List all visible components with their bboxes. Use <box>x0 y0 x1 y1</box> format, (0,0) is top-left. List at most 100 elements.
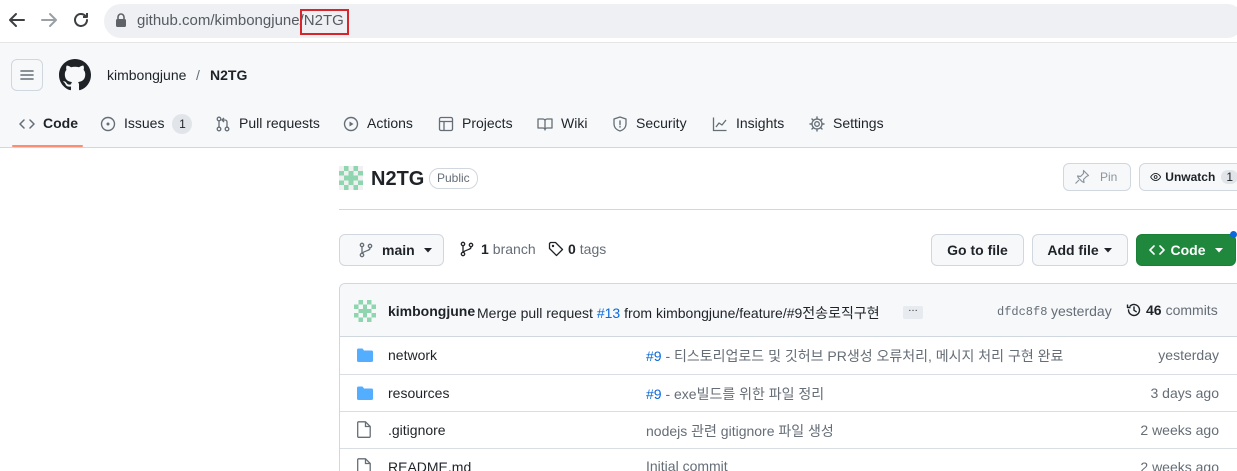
tab-actions[interactable]: Actions <box>343 109 413 147</box>
breadcrumb-owner[interactable]: kimbongjune <box>107 67 186 83</box>
tab-issues[interactable]: Issues 1 <box>100 109 193 147</box>
reload-button[interactable] <box>70 9 92 31</box>
pin-button[interactable]: Pin <box>1063 163 1131 191</box>
commit-message[interactable]: Merge pull request #13 from kimbongjune/… <box>477 303 880 323</box>
play-icon <box>343 116 359 132</box>
pin-icon <box>1075 169 1090 184</box>
file-commit-message[interactable]: #9 - exe빌드를 위한 파일 정리 <box>646 384 824 404</box>
forward-button[interactable] <box>38 9 60 31</box>
repo-tabs: Code Issues 1 Pull requests Actions Proj… <box>0 109 1237 147</box>
issue-opened-icon <box>100 116 116 132</box>
tab-projects[interactable]: Projects <box>438 109 513 147</box>
file-commit-link[interactable]: #9 <box>646 348 662 364</box>
arrow-left-icon <box>9 13 25 27</box>
file-name[interactable]: .gitignore <box>388 422 446 438</box>
caret-down-icon <box>423 248 432 253</box>
latest-commit-bar: kimbongjune Merge pull request #13 from … <box>340 284 1237 337</box>
branch-count-value: 1 <box>481 241 489 257</box>
code-icon <box>19 119 35 129</box>
hamburger-icon <box>20 70 34 80</box>
tab-projects-label: Projects <box>462 115 513 131</box>
back-button[interactable] <box>6 9 28 31</box>
active-tab-underline <box>12 145 83 147</box>
commit-author-avatar[interactable] <box>354 300 376 322</box>
go-to-file-label: Go to file <box>947 242 1008 258</box>
graph-icon <box>712 117 727 132</box>
file-name[interactable]: resources <box>388 385 449 401</box>
folder-icon <box>357 386 373 400</box>
folder-icon <box>357 348 373 362</box>
notification-dot <box>1230 231 1237 238</box>
file-commit-link[interactable]: #9 <box>646 386 662 402</box>
repo-header: kimbongjune / N2TG Code Issues 1 Pull re… <box>0 43 1237 148</box>
github-logo-icon[interactable] <box>59 59 91 91</box>
file-row[interactable]: .gitignore nodejs 관련 gitignore 파일 생성 2 w… <box>340 411 1237 448</box>
file-commit-text: - exe빌드를 위한 파일 정리 <box>661 386 825 402</box>
tag-icon <box>548 241 564 257</box>
file-name[interactable]: README.md <box>388 459 471 471</box>
file-commit-message[interactable]: Initial commit <box>646 458 728 471</box>
file-icon <box>357 421 371 438</box>
file-commit-text: Initial commit <box>646 458 728 471</box>
commit-message-prefix: Merge pull request <box>477 305 597 321</box>
unwatch-button[interactable]: Unwatch 1 <box>1139 163 1237 191</box>
header-divider <box>339 209 1237 210</box>
url-highlight-box <box>300 9 349 35</box>
file-row[interactable]: README.md Initial commit 2 weeks ago <box>340 448 1237 471</box>
breadcrumb-repo[interactable]: N2TG <box>210 67 247 83</box>
commit-author[interactable]: kimbongjune <box>388 303 475 319</box>
file-age: 2 weeks ago <box>1140 422 1219 438</box>
commit-pr-link[interactable]: #13 <box>597 305 620 321</box>
file-list: kimbongjune Merge pull request #13 from … <box>339 283 1237 471</box>
menu-button[interactable] <box>11 59 43 91</box>
tab-code-label: Code <box>43 115 78 131</box>
commit-sha[interactable]: dfdc8f8 <box>997 305 1047 319</box>
git-branch-icon <box>359 242 373 258</box>
tab-code[interactable]: Code <box>19 109 78 147</box>
tab-insights[interactable]: Insights <box>712 109 784 147</box>
file-commit-text: nodejs 관련 gitignore 파일 생성 <box>646 423 834 439</box>
file-name[interactable]: network <box>388 347 437 363</box>
add-file-button[interactable]: Add file <box>1032 234 1128 266</box>
file-age: yesterday <box>1158 347 1219 363</box>
tab-security-label: Security <box>636 115 687 131</box>
tab-actions-label: Actions <box>367 115 413 131</box>
file-row[interactable]: network #9 - 티스토리업로드 및 깃허브 PR생성 오류처리, 메시… <box>340 337 1237 374</box>
commit-history-link[interactable]: 46 commits <box>1126 302 1218 318</box>
tab-pull-requests-label: Pull requests <box>239 115 320 131</box>
repo-name[interactable]: N2TG <box>371 168 424 191</box>
shield-icon <box>613 116 627 132</box>
issues-count-badge: 1 <box>172 114 193 134</box>
tab-security[interactable]: Security <box>612 109 687 147</box>
commit-count: 46 <box>1146 302 1162 318</box>
commit-expand-button[interactable]: … <box>903 304 923 319</box>
code-icon <box>1148 245 1165 255</box>
history-icon <box>1126 303 1141 317</box>
visibility-badge: Public <box>429 168 478 189</box>
tab-wiki[interactable]: Wiki <box>537 109 587 147</box>
code-dropdown-button[interactable]: Code <box>1136 234 1236 266</box>
browser-toolbar: github.com/kimbongjune/N2TG <box>0 0 1237 43</box>
commit-count-label: commits <box>1165 302 1218 318</box>
branch-select-button[interactable]: main <box>339 234 444 266</box>
tab-pull-requests[interactable]: Pull requests <box>215 109 320 147</box>
lock-icon <box>116 13 126 27</box>
tab-insights-label: Insights <box>736 115 785 131</box>
repo-owner-avatar[interactable] <box>339 166 363 190</box>
tag-count-value: 0 <box>568 241 576 257</box>
file-commit-message[interactable]: nodejs 관련 gitignore 파일 생성 <box>646 421 834 441</box>
pin-label: Pin <box>1100 170 1118 184</box>
eye-icon <box>1150 173 1162 181</box>
code-button-label: Code <box>1170 242 1206 258</box>
git-pull-request-icon <box>216 116 230 132</box>
tags-link[interactable]: 0 tags <box>548 241 606 257</box>
go-to-file-button[interactable]: Go to file <box>931 234 1024 266</box>
file-row[interactable]: resources #9 - exe빌드를 위한 파일 정리 3 days ag… <box>340 374 1237 411</box>
file-commit-message[interactable]: #9 - 티스토리업로드 및 깃허브 PR생성 오류처리, 메시지 처리 구현 … <box>646 346 1063 366</box>
branches-link[interactable]: 1 branch <box>459 241 536 257</box>
book-icon <box>537 118 553 131</box>
breadcrumb-separator: / <box>196 67 200 83</box>
watch-count: 1 <box>1221 170 1237 184</box>
branch-name: main <box>382 242 415 258</box>
tab-settings[interactable]: Settings <box>809 109 884 147</box>
